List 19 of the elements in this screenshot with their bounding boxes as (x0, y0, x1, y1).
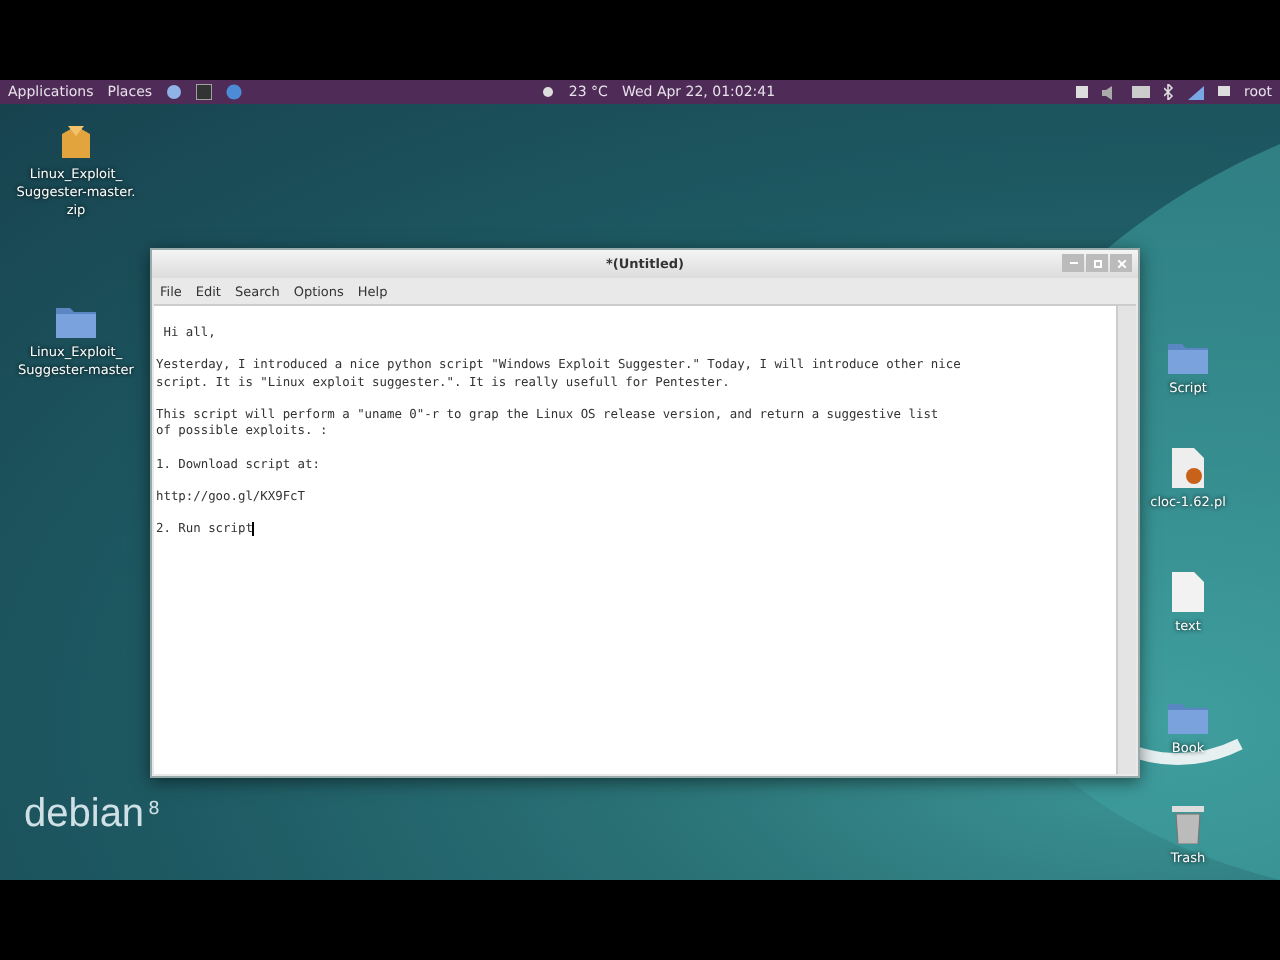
folder-icon (1168, 340, 1208, 374)
signal-icon[interactable] (1187, 85, 1204, 99)
text-cursor (252, 522, 255, 537)
folder-icon (1168, 700, 1208, 734)
logo-version: 8 (148, 800, 160, 820)
terminal-icon[interactable] (196, 84, 213, 100)
bluetooth-icon[interactable] (1163, 84, 1174, 100)
maximize-icon (1093, 259, 1101, 267)
package-icon (60, 124, 92, 160)
folder-icon (56, 304, 96, 338)
close-icon (1117, 259, 1125, 267)
minimize-icon (1069, 262, 1077, 264)
trash-icon (1172, 804, 1204, 844)
logo-name: debian (24, 792, 145, 838)
script-file-icon (1172, 448, 1204, 488)
document-icon (1172, 572, 1204, 612)
speaker-icon[interactable] (1101, 85, 1118, 99)
scrollbar[interactable] (1116, 306, 1136, 774)
square-icon[interactable] (1075, 86, 1088, 98)
